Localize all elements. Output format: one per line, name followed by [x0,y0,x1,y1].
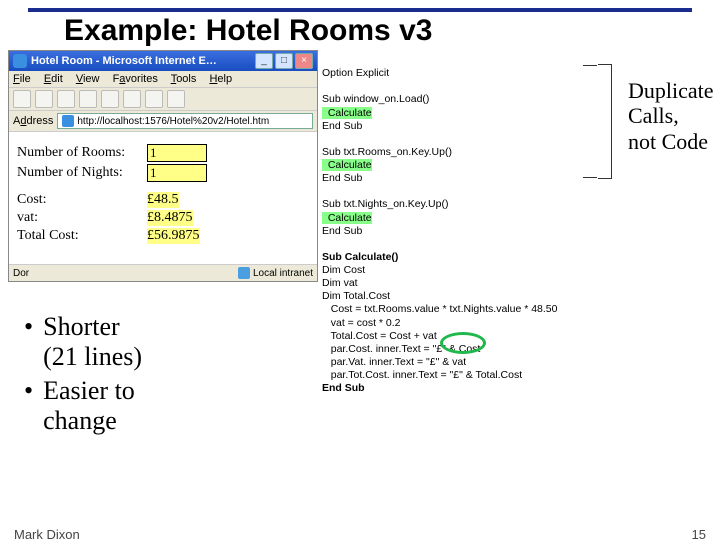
rooms-input[interactable]: 1 [147,144,207,162]
bullet-1-line-2: (21 lines) [43,342,142,372]
bullet-2-line-2: change [43,406,135,436]
bullet-1: • Shorter (21 lines) [18,312,318,372]
intranet-icon [238,267,250,279]
page-body: Number of Rooms: 1 Number of Nights: 1 C… [9,132,317,264]
minimize-button[interactable]: _ [255,53,273,69]
address-bar: Address http://localhost:1576/Hotel%20v2… [9,111,317,132]
status-right: Local intranet [253,268,313,279]
nights-input[interactable]: 1 [147,164,207,182]
maximize-button[interactable]: □ [275,53,293,69]
menu-view[interactable]: View [76,73,100,85]
menu-favorites[interactable]: Favorites [113,73,158,85]
cost-value: £48.5 [147,192,179,208]
menu-file[interactable]: FFileile [13,73,31,85]
ie-icon [13,54,27,68]
status-bar: Dor Local intranet [9,264,317,281]
total-value: £56.9875 [147,228,200,244]
bullet-1-line-1: Shorter [43,312,142,342]
refresh-button[interactable] [79,90,97,108]
history-button[interactable] [167,90,185,108]
menu-help[interactable]: Help [209,73,232,85]
close-button[interactable]: × [295,53,313,69]
home-button[interactable] [101,90,119,108]
total-label: Total Cost: [17,228,147,244]
browser-titlebar: Hotel Room - Microsoft Internet E… _ □ × [9,51,317,71]
callout-duplicate: Duplicate Calls, not Code [628,78,720,154]
rooms-label: Number of Rooms: [17,145,147,161]
highlight-2: Calculate [322,159,372,171]
stop-button[interactable] [57,90,75,108]
menubar: FFileile Edit View Favorites Tools Help [9,71,317,88]
status-left: Dor [13,268,29,279]
bracket-annotation [598,64,612,179]
address-input[interactable]: http://localhost:1576/Hotel%20v2/Hotel.h… [57,113,313,129]
bullet-list: • Shorter (21 lines) • Easier to change [18,312,318,436]
nights-label: Number of Nights: [17,165,147,181]
favorites-button[interactable] [145,90,163,108]
bullet-2: • Easier to change [18,376,318,436]
address-label: Address [13,115,53,127]
browser-title: Hotel Room - Microsoft Internet E… [31,55,253,67]
search-button[interactable] [123,90,141,108]
address-url: http://localhost:1576/Hotel%20v2/Hotel.h… [77,116,269,127]
menu-edit[interactable]: Edit [44,73,63,85]
bullet-2-line-1: Easier to [43,376,135,406]
browser-window: Hotel Room - Microsoft Internet E… _ □ ×… [8,50,318,282]
menu-tools[interactable]: Tools [171,73,197,85]
vat-label: vat: [17,210,147,226]
cost-label: Cost: [17,192,147,208]
toolbar [9,88,317,111]
slide-title: Example: Hotel Rooms v3 [28,14,692,48]
back-button[interactable] [13,90,31,108]
highlight-3: Calculate [322,212,372,224]
ie-icon-small [62,115,74,127]
highlight-1: Calculate [322,107,372,119]
forward-button[interactable] [35,90,53,108]
vat-value: £8.4875 [147,210,193,226]
title-divider: Example: Hotel Rooms v3 [28,8,692,48]
